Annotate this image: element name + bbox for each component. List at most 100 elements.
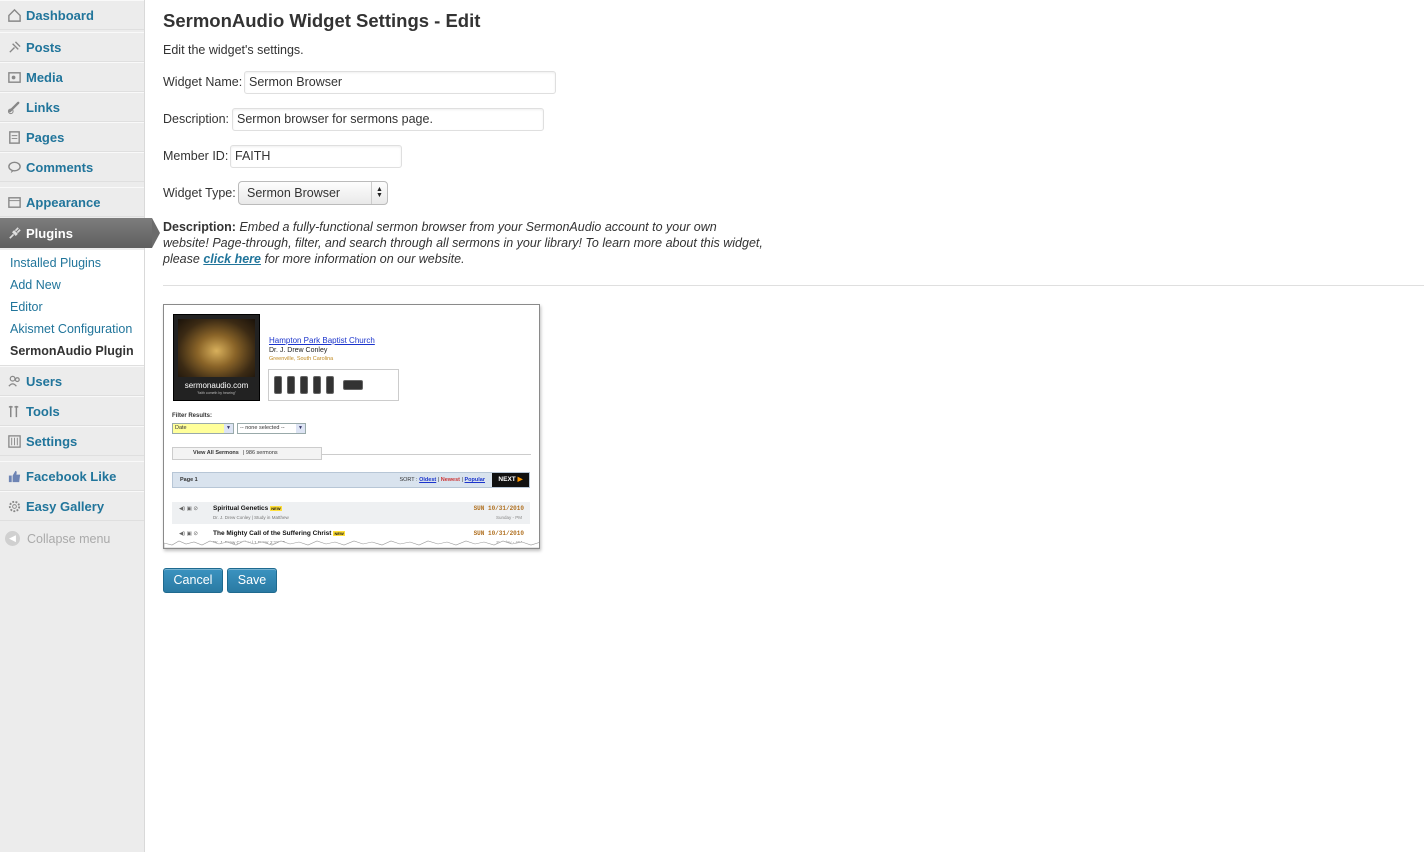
media-icon <box>5 68 23 86</box>
preview-view-all-tab: View All Sermons | 986 sermons <box>172 447 322 460</box>
preview-sort-newest: Newest <box>440 477 461 483</box>
widget-name-label: Widget Name: <box>163 75 243 89</box>
menu-plugins[interactable]: Plugins <box>0 218 160 248</box>
preview-sermon-title: Spiritual Genetics NEW <box>213 505 282 512</box>
dashboard-icon <box>5 6 23 24</box>
phone-icon <box>300 376 308 394</box>
menu-tools[interactable]: Tools <box>0 396 144 426</box>
preview-sermon-time: Sunday - PM <box>495 515 522 520</box>
submenu-add-new[interactable]: Add New <box>10 278 61 292</box>
cancel-button[interactable]: Cancel <box>163 568 223 593</box>
settings-icon <box>5 432 23 450</box>
preview-church-link: Hampton Park Baptist Church <box>269 336 375 345</box>
torn-edge <box>164 540 539 548</box>
chevron-down-icon: ▼ <box>224 424 233 433</box>
menu-label: Links <box>26 99 60 115</box>
preview-location: Greenville, South Carolina <box>269 356 334 362</box>
menu-label: Posts <box>26 39 62 55</box>
widget-type-value: Sermon Browser <box>247 186 341 200</box>
preview-none-value: -- none selected -- <box>240 425 285 431</box>
preview-pastor: Dr. J. Drew Conley <box>269 347 328 354</box>
phone-icon <box>313 376 321 394</box>
preview-sermon-row: ◀) ▣ ⊘ Spiritual Genetics NEW Dr. J. Drew… <box>172 502 530 524</box>
link-icon <box>5 98 23 116</box>
page-title: SermonAudio Widget Settings - Edit <box>163 10 481 31</box>
widget-name-input[interactable]: Sermon Browser <box>244 71 556 94</box>
audio-controls-icon: ◀) ▣ ⊘ <box>179 506 198 512</box>
menu-settings[interactable]: Settings <box>0 426 144 456</box>
description-text-end: for more information on our website. <box>261 252 465 266</box>
member-id-label: Member ID: <box>163 149 229 163</box>
menu-facebook-like[interactable]: Facebook Like <box>0 461 144 491</box>
pushpin-icon <box>5 38 23 56</box>
description-heading: Description: <box>163 220 236 234</box>
device-icons <box>268 369 399 401</box>
menu-media[interactable]: Media <box>0 62 144 92</box>
logo-brand: sermonaudio.com <box>184 381 249 390</box>
submenu-editor[interactable]: Editor <box>10 300 43 314</box>
admin-sidebar: Dashboard Posts Media Links Pages Commen… <box>0 0 160 852</box>
page-intro: Edit the widget's settings. <box>163 43 304 57</box>
preview-view-all: View All Sermons <box>193 450 239 456</box>
preview-date-value: Date <box>175 425 187 431</box>
widget-type-select[interactable]: Sermon Browser ▲ ▼ <box>238 181 388 205</box>
menu-posts[interactable]: Posts <box>0 32 144 62</box>
pages-icon <box>5 128 23 146</box>
select-arrows-icon: ▲ ▼ <box>371 182 387 204</box>
church-photo <box>178 319 255 377</box>
preview-count: 986 sermons <box>245 450 278 456</box>
menu-appearance[interactable]: Appearance <box>0 187 144 217</box>
chevron-down-icon: ▼ <box>296 424 305 433</box>
menu-label: Easy Gallery <box>26 498 105 514</box>
preview-sort-oldest: Oldest <box>419 477 437 483</box>
menu-comments[interactable]: Comments <box>0 152 144 182</box>
phone-icon <box>326 376 334 394</box>
thumbs-up-icon <box>5 467 23 485</box>
preview-page-label: Page 1 <box>180 477 198 483</box>
preview-sermon-sub: Dr. J. Drew Conley | Study in Matthew <box>213 515 289 520</box>
sermonaudio-logo: sermonaudio.com "faith cometh by hearing… <box>173 314 260 401</box>
gear-icon <box>5 497 23 515</box>
description-input[interactable]: Sermon browser for sermons page. <box>232 108 544 131</box>
preview-sort-label: SORT : <box>399 477 418 483</box>
logo-tagline: "faith cometh by hearing" <box>197 391 236 395</box>
submenu-akismet-configuration[interactable]: Akismet Configuration <box>10 322 132 336</box>
widget-type-label: Widget Type: <box>163 186 236 200</box>
media-box-icon <box>343 380 363 390</box>
preview-filter-label: Filter Results: <box>172 413 213 419</box>
menu-label: Tools <box>26 403 60 419</box>
preview-none-select: -- none selected -- ▼ <box>237 423 306 434</box>
menu-dashboard[interactable]: Dashboard <box>0 0 144 30</box>
preview-sermon-title: The Mighty Call of the Suffering Christ N… <box>213 530 345 537</box>
preview-sort: SORT : Oldest | Newest | Popular <box>399 477 485 483</box>
collapse-label: Collapse menu <box>27 531 111 546</box>
collapse-menu[interactable]: ◀ Collapse menu <box>5 531 110 546</box>
menu-pages[interactable]: Pages <box>0 122 144 152</box>
preview-sermon-date: SUN 10/31/2010 <box>473 505 524 512</box>
comment-bubble-icon <box>5 158 23 176</box>
menu-label: Dashboard <box>26 7 94 23</box>
member-id-input[interactable]: FAITH <box>230 145 402 168</box>
description-label: Description: <box>163 112 229 126</box>
save-button[interactable]: Save <box>227 568 277 593</box>
menu-label: Users <box>26 373 63 389</box>
menu-easy-gallery[interactable]: Easy Gallery <box>0 491 144 521</box>
sermon-title-text: Spiritual Genetics <box>213 505 269 512</box>
submenu-installed-plugins[interactable]: Installed Plugins <box>10 256 101 270</box>
preview-tab-line <box>322 454 531 455</box>
click-here-link[interactable]: click here <box>203 252 261 266</box>
menu-label: Media <box>26 69 63 85</box>
menu-users[interactable]: Users <box>0 366 144 396</box>
widget-type-description: Description: Embed a fully-functional se… <box>163 219 763 267</box>
appearance-icon <box>5 193 23 211</box>
preview-page-bar: Page 1 SORT : Oldest | Newest | Popular … <box>172 472 530 488</box>
phone-icon <box>287 376 295 394</box>
plugins-submenu: Installed Plugins Add New Editor Akismet… <box>0 250 144 366</box>
menu-label: Appearance <box>26 194 101 210</box>
preview-date-select: Date ▼ <box>172 423 234 434</box>
menu-links[interactable]: Links <box>0 92 144 122</box>
preview-sermon-date: SUN 10/31/2010 <box>473 530 524 537</box>
submenu-sermonaudio-plugin[interactable]: SermonAudio Plugin <box>10 344 134 358</box>
preview-next-button: NEXT ▶ <box>492 473 529 487</box>
collapse-arrow-icon: ◀ <box>5 531 20 546</box>
